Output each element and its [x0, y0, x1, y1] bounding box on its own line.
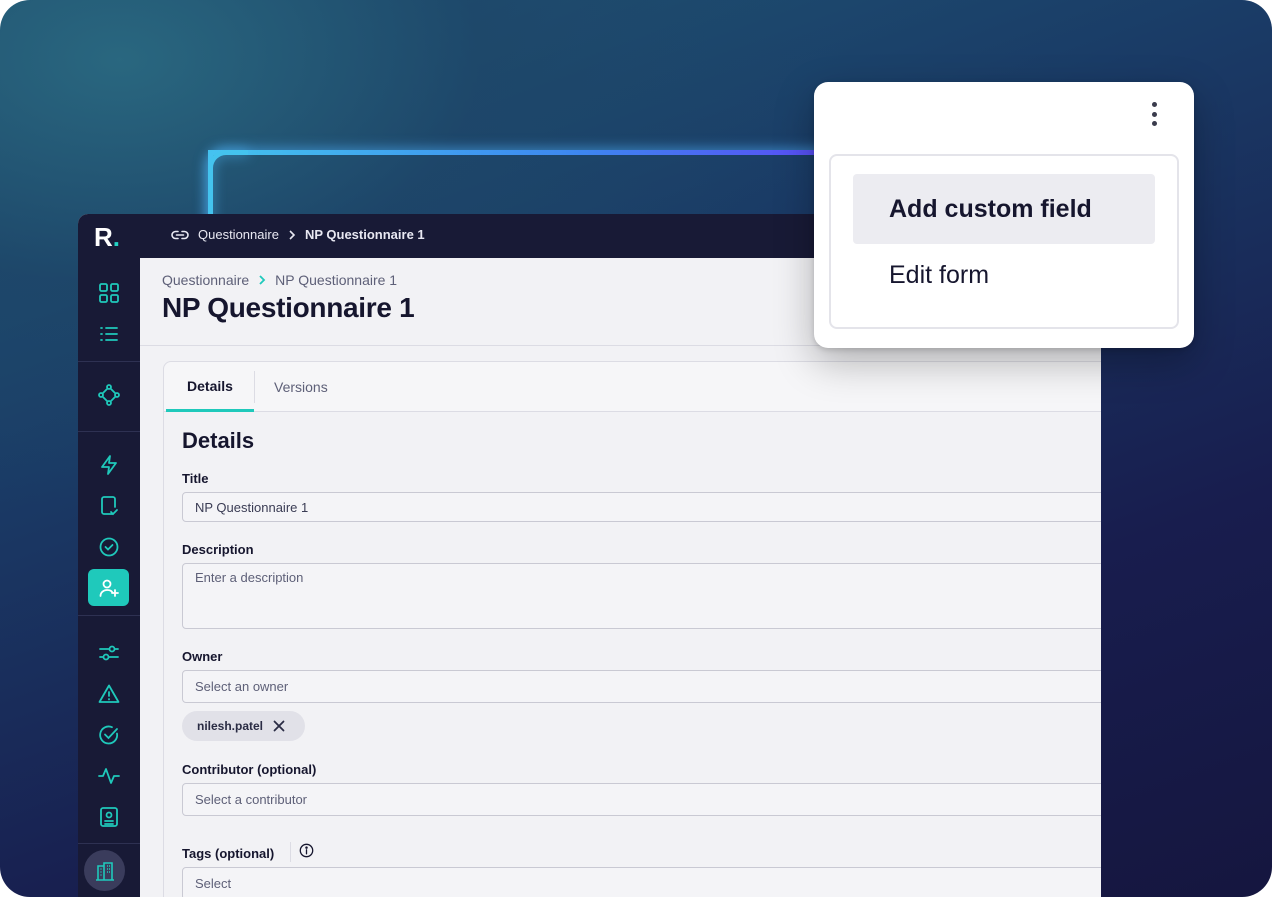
- background-stage: R. Questionnaire NP Questionnaire 1 Ques…: [0, 0, 1272, 897]
- badge-check-icon[interactable]: [88, 528, 129, 565]
- link-icon: [171, 230, 189, 239]
- network-icon[interactable]: [88, 376, 129, 413]
- title-input[interactable]: NP Questionnaire 1: [182, 492, 1101, 522]
- owner-chip: nilesh.patel: [182, 711, 305, 741]
- tab-details[interactable]: Details: [166, 362, 254, 412]
- top-breadcrumb-current: NP Questionnaire 1: [304, 227, 425, 242]
- owner-chip-label: nilesh.patel: [197, 719, 264, 733]
- description-label: Description: [182, 542, 254, 557]
- actions-menu: Add custom field Edit form: [829, 154, 1179, 329]
- description-textarea[interactable]: Enter a description: [182, 563, 1101, 629]
- tags-divider: [290, 842, 291, 862]
- sidebar-divider: [78, 431, 140, 432]
- menu-item-edit-form[interactable]: Edit form: [853, 240, 1155, 310]
- app-logo[interactable]: R.: [94, 224, 120, 250]
- contributor-label: Contributor (optional): [182, 762, 317, 777]
- page-title: NP Questionnaire 1: [162, 292, 415, 323]
- tags-select[interactable]: Select: [182, 867, 1101, 897]
- more-options-icon[interactable]: [1144, 100, 1164, 128]
- activity-icon[interactable]: [88, 757, 129, 794]
- actions-popover: Add custom field Edit form: [814, 82, 1194, 348]
- breadcrumb-item[interactable]: Questionnaire: [162, 272, 249, 288]
- lightning-icon[interactable]: [88, 446, 129, 483]
- info-icon[interactable]: [299, 843, 314, 858]
- check-circle-icon[interactable]: [88, 716, 129, 753]
- top-breadcrumb-item[interactable]: Questionnaire: [198, 227, 279, 242]
- sidebar: [78, 258, 140, 897]
- report-icon[interactable]: [88, 798, 129, 835]
- sidebar-divider: [78, 615, 140, 616]
- breadcrumb-current: NP Questionnaire 1: [275, 272, 398, 288]
- breadcrumb: Questionnaire NP Questionnaire 1: [162, 272, 397, 288]
- sliders-icon[interactable]: [88, 634, 129, 671]
- tab-divider: [254, 371, 255, 403]
- section-title: Details: [182, 428, 255, 453]
- owner-label: Owner: [182, 649, 223, 664]
- sidebar-divider: [78, 843, 140, 844]
- tags-label: Tags (optional): [182, 846, 275, 861]
- close-icon[interactable]: [273, 720, 285, 732]
- top-breadcrumb: Questionnaire NP Questionnaire 1: [170, 227, 425, 242]
- grid-icon[interactable]: [88, 274, 129, 311]
- tab-bar: Details Versions: [164, 362, 1101, 412]
- chevron-right-icon: [289, 229, 296, 240]
- building-icon[interactable]: [84, 850, 125, 891]
- owner-select[interactable]: Select an owner: [182, 670, 1101, 703]
- warning-icon[interactable]: [88, 675, 129, 712]
- sidebar-divider: [78, 361, 140, 362]
- document-check-icon[interactable]: [88, 487, 129, 524]
- title-label: Title: [182, 471, 209, 486]
- list-icon[interactable]: [88, 315, 129, 352]
- tab-versions[interactable]: Versions: [274, 362, 328, 412]
- chevron-right-icon: [259, 275, 266, 285]
- contributor-select[interactable]: Select a contributor: [182, 783, 1101, 816]
- menu-item-add-custom-field[interactable]: Add custom field: [853, 174, 1155, 244]
- details-card: Details Versions Details Title NP Questi…: [163, 361, 1101, 897]
- user-add-icon[interactable]: [88, 569, 129, 606]
